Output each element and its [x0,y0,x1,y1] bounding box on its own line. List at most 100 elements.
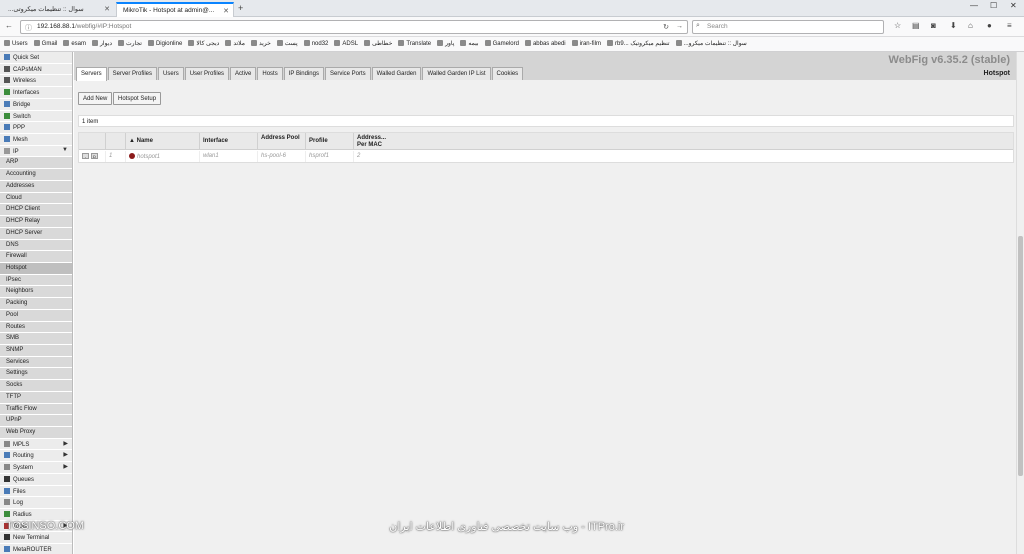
sidebar-item-tftp[interactable]: TFTP [0,391,72,404]
column-header-profile[interactable]: Profile [305,133,353,150]
bookmark-item[interactable]: پست [276,40,298,47]
sidebar-item-web-proxy[interactable]: Web Proxy [0,427,72,439]
browser-tab[interactable]: ...سوال :: تنظیمات میکروتی ✕ [2,2,114,17]
sidebar-item-dhcp-server[interactable]: DHCP Server [0,227,72,240]
sidebar-item-interfaces[interactable]: Interfaces [0,87,72,99]
bookmark-star-icon[interactable]: ☆ [894,21,901,30]
sidebar-item-log[interactable]: Log [0,497,72,510]
sidebar-item-queues[interactable]: Queues [0,473,72,486]
sidebar-item-metarouter[interactable]: MetaROUTER [0,544,72,554]
bookmark-item[interactable]: ملاتد [225,40,245,47]
sidebar-item-ipsec[interactable]: IPsec [0,274,72,287]
sidebar-item-dhcp-relay[interactable]: DHCP Relay [0,216,72,228]
bookmark-item[interactable]: دیجی کالا [188,40,219,47]
sidebar-item-cloud[interactable]: Cloud [0,192,72,205]
bookmark-item[interactable]: nod32 [303,40,328,47]
close-tab-icon[interactable]: ✕ [223,7,229,15]
page-scrollbar[interactable] [1016,52,1024,554]
tab-server-profiles[interactable]: Server Profiles [107,67,158,80]
close-window-icon[interactable]: ✕ [1010,1,1017,10]
menu-icon[interactable]: ≡ [1007,21,1012,30]
reload-icon[interactable]: ↻ [663,23,669,31]
bookmark-item[interactable]: Digionline [147,40,182,47]
search-bar[interactable]: ⌕ Search [692,20,884,34]
sidebar-item-pool[interactable]: Pool [0,309,72,322]
row-name-cell[interactable]: hotspot1 [125,151,199,162]
sidebar-item-arp[interactable]: ARP [0,157,72,170]
close-tab-icon[interactable]: ✕ [104,5,110,13]
bookmark-item[interactable]: Translate [398,40,431,47]
sidebar-item-radius[interactable]: Radius [0,509,72,521]
sidebar-item-files[interactable]: Files [0,485,72,498]
column-header-address-per-mac[interactable]: Address... Per MAC [353,133,393,150]
library-icon[interactable]: ▤ [912,21,920,30]
pocket-icon[interactable]: ◙ [931,21,936,30]
bookmark-item[interactable]: دیوار [92,40,112,47]
go-arrow-icon[interactable]: → [676,23,683,30]
sidebar-item-routing[interactable]: Routing ▶ [0,450,72,463]
browser-tab-active[interactable]: MikroTik - Hotspot at admin@... ✕ [116,2,234,17]
sidebar-item-upnp[interactable]: UPnP [0,415,72,427]
row-disable-button[interactable]: D [91,153,98,159]
sidebar-item-snmp[interactable]: SNMP [0,344,72,357]
bookmark-item[interactable]: rb9... تنظیم میکروتیک [606,40,670,47]
tab-walled-garden[interactable]: Walled Garden [371,67,422,80]
sidebar-item-smb[interactable]: SMB [0,333,72,345]
tab-service-ports[interactable]: Service Ports [324,67,371,80]
sidebar-item-ppp[interactable]: PPP [0,122,72,135]
sidebar-item-packing[interactable]: Packing [0,298,72,310]
bookmark-item[interactable]: بیمه [460,40,479,47]
sidebar-item-settings[interactable]: Settings [0,368,72,381]
tab-servers[interactable]: Servers [76,67,107,81]
sidebar-item-neighbors[interactable]: Neighbors [0,286,72,299]
sidebar-item-ip[interactable]: IP ▼ [0,145,72,158]
add-new-button[interactable]: Add New [78,92,113,105]
sidebar-item-firewall[interactable]: Firewall [0,251,72,263]
sidebar-item-mpls[interactable]: MPLS ▶ [0,438,72,451]
sidebar-item-dhcp-client[interactable]: DHCP Client [0,204,72,217]
column-header-interface[interactable]: Interface [199,133,257,150]
bookmark-item[interactable]: Users [4,40,28,47]
tab-ip-bindings[interactable]: IP Bindings [283,67,324,80]
sidebar-item-traffic-flow[interactable]: Traffic Flow [0,403,72,416]
sidebar-item-socks[interactable]: Socks [0,380,72,392]
tab-walled-garden-ip-list[interactable]: Walled Garden IP List [422,67,491,80]
info-icon[interactable]: ⓘ [25,23,32,33]
bookmark-item[interactable]: خطاطی [364,40,392,47]
sidebar-item-quick-set[interactable]: Quick Set [0,52,72,64]
sidebar-item-addresses[interactable]: Addresses [0,180,72,193]
bookmark-item[interactable]: ...سوال :: تنظیمات میکرو [675,40,747,47]
sidebar-item-wireless[interactable]: Wireless [0,75,72,88]
bookmark-item[interactable]: esam [63,40,86,47]
sidebar-item-dns[interactable]: DNS [0,239,72,252]
hotspot-setup-button[interactable]: Hotspot Setup [113,92,162,105]
maximize-icon[interactable]: ☐ [990,1,997,10]
sidebar-item-accounting[interactable]: Accounting [0,169,72,181]
bookmark-item[interactable]: ADSL [334,40,358,47]
bookmark-item[interactable]: Gamelord [484,40,519,47]
minimize-icon[interactable]: — [970,1,978,10]
bookmark-item[interactable]: خرید [250,40,271,47]
tab-users[interactable]: Users [158,67,184,80]
home-icon[interactable]: ⌂ [968,21,973,30]
tab-hosts[interactable]: Hosts [257,67,283,80]
row-remove-button[interactable]: - [82,153,89,159]
column-header-address-pool[interactable]: Address Pool [257,133,305,150]
table-row[interactable]: - D 1 hotspot1 wlan1 hs-pool-6 hsprof1 2 [79,151,1013,162]
sidebar-item-mesh[interactable]: Mesh [0,134,72,146]
tab-cookies[interactable]: Cookies [491,67,524,80]
bookmark-item[interactable]: تجارت [118,40,142,47]
tab-active[interactable]: Active [230,67,257,80]
sidebar-item-new-terminal[interactable]: New Terminal [0,532,72,545]
bookmark-item[interactable]: پاور [437,40,454,47]
column-header-name[interactable]: ▲ Name [125,133,199,150]
new-tab-button[interactable]: + [238,3,243,13]
url-bar[interactable]: ⓘ 192.168.88.1/webfig/#IP:Hotspot ↻ → [20,20,688,34]
scrollbar-thumb[interactable] [1018,236,1023,476]
sidebar-item-bridge[interactable]: Bridge [0,98,72,111]
back-icon[interactable]: ← [5,21,13,30]
sidebar-item-capsman[interactable]: CAPsMAN [0,63,72,76]
chat-icon[interactable]: ● [987,21,992,30]
sidebar-item-system[interactable]: System ▶ [0,462,72,474]
bookmark-item[interactable]: iran-film [571,40,601,47]
